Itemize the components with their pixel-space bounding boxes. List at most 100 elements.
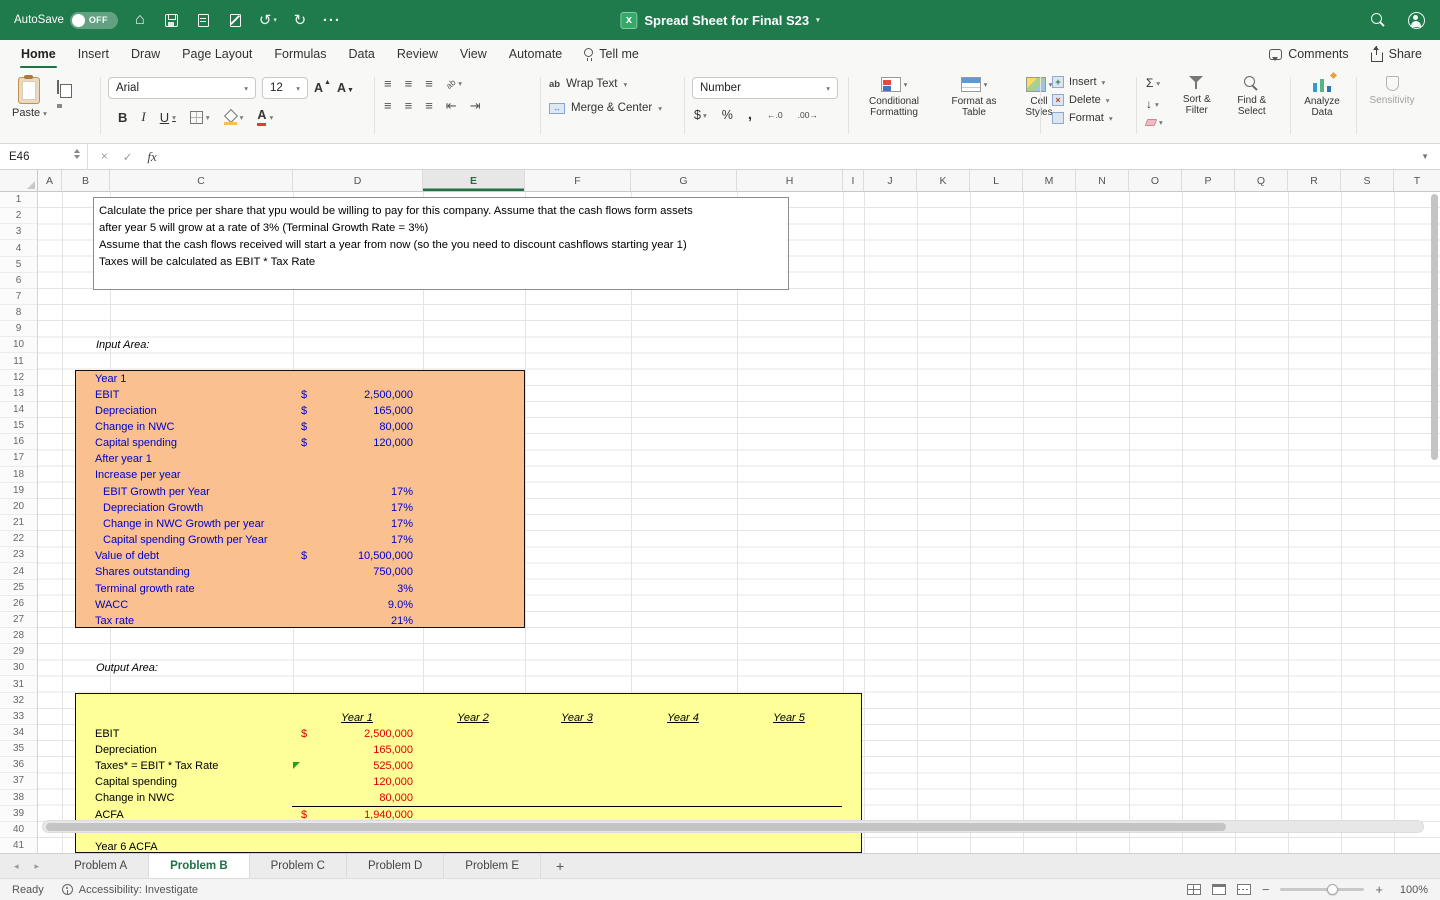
sheet-tab-problem-d[interactable]: Problem D <box>347 854 444 878</box>
redo-button[interactable]: ↻ <box>290 9 310 31</box>
column-header-j[interactable]: J <box>864 170 917 191</box>
zoom-slider-thumb[interactable] <box>1327 884 1338 895</box>
comma-format-button[interactable]: , <box>748 110 752 120</box>
merge-center-button[interactable]: ↔ Merge & Center ▾ <box>549 102 662 114</box>
next-sheet-button[interactable]: ▸ <box>35 861 40 872</box>
row-header-23[interactable]: 23 <box>0 547 37 563</box>
row-header-20[interactable]: 20 <box>0 499 37 515</box>
column-header-o[interactable]: O <box>1129 170 1182 191</box>
row-header-17[interactable]: 17 <box>0 450 37 466</box>
name-box[interactable]: E46 <box>0 144 88 169</box>
delete-cells-button[interactable]: ×Delete▾ <box>1052 94 1113 106</box>
font-name-select[interactable]: Arial▾ <box>108 77 256 99</box>
quick-edit-button[interactable] <box>226 9 246 31</box>
add-sheet-button[interactable]: + <box>541 854 579 878</box>
align-bottom-button[interactable]: ≡ <box>425 77 433 90</box>
column-header-n[interactable]: N <box>1076 170 1129 191</box>
row-header-30[interactable]: 30 <box>0 660 37 676</box>
autosum-button[interactable]: Σ▾ <box>1146 76 1163 90</box>
row-header-11[interactable]: 11 <box>0 354 37 370</box>
column-header-b[interactable]: B <box>62 170 110 191</box>
row-header-33[interactable]: 33 <box>0 709 37 725</box>
zoom-in-button[interactable]: + <box>1375 882 1383 897</box>
ribbon-tab-review[interactable]: Review <box>386 40 449 68</box>
tab-tell-me[interactable]: Tell me <box>573 47 650 61</box>
row-header-16[interactable]: 16 <box>0 434 37 450</box>
ribbon-tab-draw[interactable]: Draw <box>120 40 171 68</box>
find-select-button[interactable]: Find & Select <box>1231 76 1273 117</box>
row-header-6[interactable]: 6 <box>0 273 37 289</box>
undo-button[interactable]: ↺▾ <box>258 9 278 31</box>
align-middle-button[interactable]: ≡ <box>405 77 413 90</box>
page-layout-view-button[interactable] <box>1212 884 1226 895</box>
row-header-21[interactable]: 21 <box>0 515 37 531</box>
search-button[interactable] <box>1368 9 1388 31</box>
column-header-g[interactable]: G <box>631 170 737 191</box>
row-header-31[interactable]: 31 <box>0 677 37 693</box>
fill-button[interactable]: ↓▾ <box>1146 97 1163 111</box>
column-header-a[interactable]: A <box>38 170 62 191</box>
row-header-35[interactable]: 35 <box>0 741 37 757</box>
vertical-scrollbar[interactable] <box>1431 194 1438 460</box>
conditional-formatting-button[interactable]: ▾ Conditional Formatting <box>856 77 932 118</box>
ribbon-tab-automate[interactable]: Automate <box>498 40 574 68</box>
font-color-button[interactable]: A▾ <box>257 109 273 126</box>
row-header-38[interactable]: 38 <box>0 790 37 806</box>
row-header-24[interactable]: 24 <box>0 563 37 579</box>
save-button[interactable] <box>162 9 182 31</box>
percent-format-button[interactable]: % <box>722 108 733 122</box>
name-box-stepper[interactable] <box>74 149 80 159</box>
column-header-t[interactable]: T <box>1394 170 1440 191</box>
align-center-button[interactable]: ≡ <box>405 99 413 112</box>
row-header-34[interactable]: 34 <box>0 725 37 741</box>
previous-sheet-button[interactable]: ◂ <box>14 861 19 872</box>
row-header-19[interactable]: 19 <box>0 483 37 499</box>
shrink-font-button[interactable]: A▼ <box>337 81 354 95</box>
row-header-18[interactable]: 18 <box>0 467 37 483</box>
ribbon-tab-insert[interactable]: Insert <box>67 40 120 68</box>
row-header-27[interactable]: 27 <box>0 612 37 628</box>
more-commands-button[interactable]: ··· <box>322 9 342 31</box>
insert-cells-button[interactable]: +Insert▾ <box>1052 76 1113 88</box>
zoom-slider[interactable] <box>1280 888 1364 891</box>
paste-button[interactable]: Paste▾ <box>12 77 47 119</box>
share-button[interactable]: Share <box>1371 47 1422 62</box>
row-header-32[interactable]: 32 <box>0 693 37 709</box>
currency-format-button[interactable]: $▾ <box>694 108 707 122</box>
comments-button[interactable]: Comments <box>1269 47 1348 61</box>
autosave-switch[interactable]: OFF <box>70 12 118 29</box>
row-header-28[interactable]: 28 <box>0 628 37 644</box>
formula-bar-expand-button[interactable]: ▼ <box>1410 152 1440 161</box>
normal-view-button[interactable] <box>1187 884 1201 895</box>
row-header-10[interactable]: 10 <box>0 337 37 353</box>
row-header-39[interactable]: 39 <box>0 806 37 822</box>
wrap-text-button[interactable]: ab Wrap Text ▾ <box>549 78 662 90</box>
confirm-entry-button[interactable]: ✓ <box>123 150 133 164</box>
formula-input[interactable] <box>170 144 1410 169</box>
profile-button[interactable] <box>1406 9 1426 31</box>
borders-button[interactable]: ▾ <box>190 111 210 124</box>
row-header-37[interactable]: 37 <box>0 773 37 789</box>
column-header-d[interactable]: D <box>293 170 423 191</box>
column-header-c[interactable]: C <box>110 170 293 191</box>
sheet-tab-problem-c[interactable]: Problem C <box>250 854 347 878</box>
copy-button[interactable] <box>57 81 59 93</box>
underline-button[interactable]: U▾ <box>160 110 176 125</box>
insert-function-button[interactable]: fx <box>147 149 156 165</box>
row-header-4[interactable]: 4 <box>0 240 37 256</box>
column-header-h[interactable]: H <box>737 170 843 191</box>
row-header-29[interactable]: 29 <box>0 644 37 660</box>
zoom-out-button[interactable]: − <box>1262 882 1270 897</box>
select-all-corner[interactable] <box>0 170 38 192</box>
number-format-select[interactable]: Number▾ <box>692 77 838 99</box>
fill-color-button[interactable]: ▾ <box>224 111 244 124</box>
row-header-5[interactable]: 5 <box>0 257 37 273</box>
row-header-13[interactable]: 13 <box>0 386 37 402</box>
align-right-button[interactable]: ≡ <box>425 99 433 112</box>
decrease-indent-button[interactable]: ⇤ <box>446 99 457 112</box>
cancel-entry-button[interactable]: × <box>101 151 108 163</box>
orientation-button[interactable]: ab▾ <box>446 79 462 89</box>
sensitivity-button[interactable]: Sensitivity <box>1366 76 1418 106</box>
grow-font-button[interactable]: A▲ <box>314 81 331 95</box>
column-header-l[interactable]: L <box>970 170 1023 191</box>
